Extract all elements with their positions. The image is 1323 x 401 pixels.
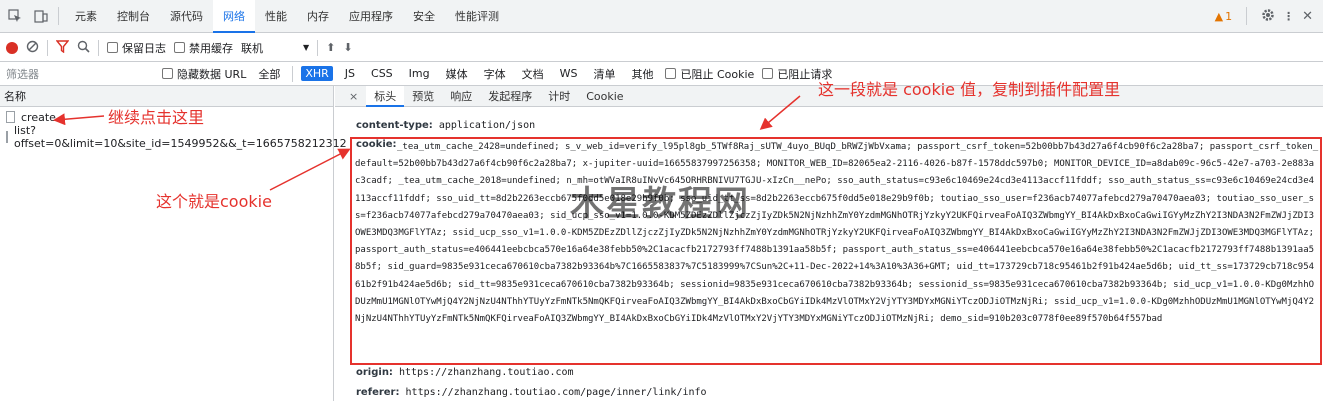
arrow-to-cookie-value — [759, 95, 801, 130]
annotation-arrows — [53, 95, 801, 191]
arrow-to-cookie-key — [269, 148, 351, 191]
arrow-to-create — [53, 113, 105, 126]
